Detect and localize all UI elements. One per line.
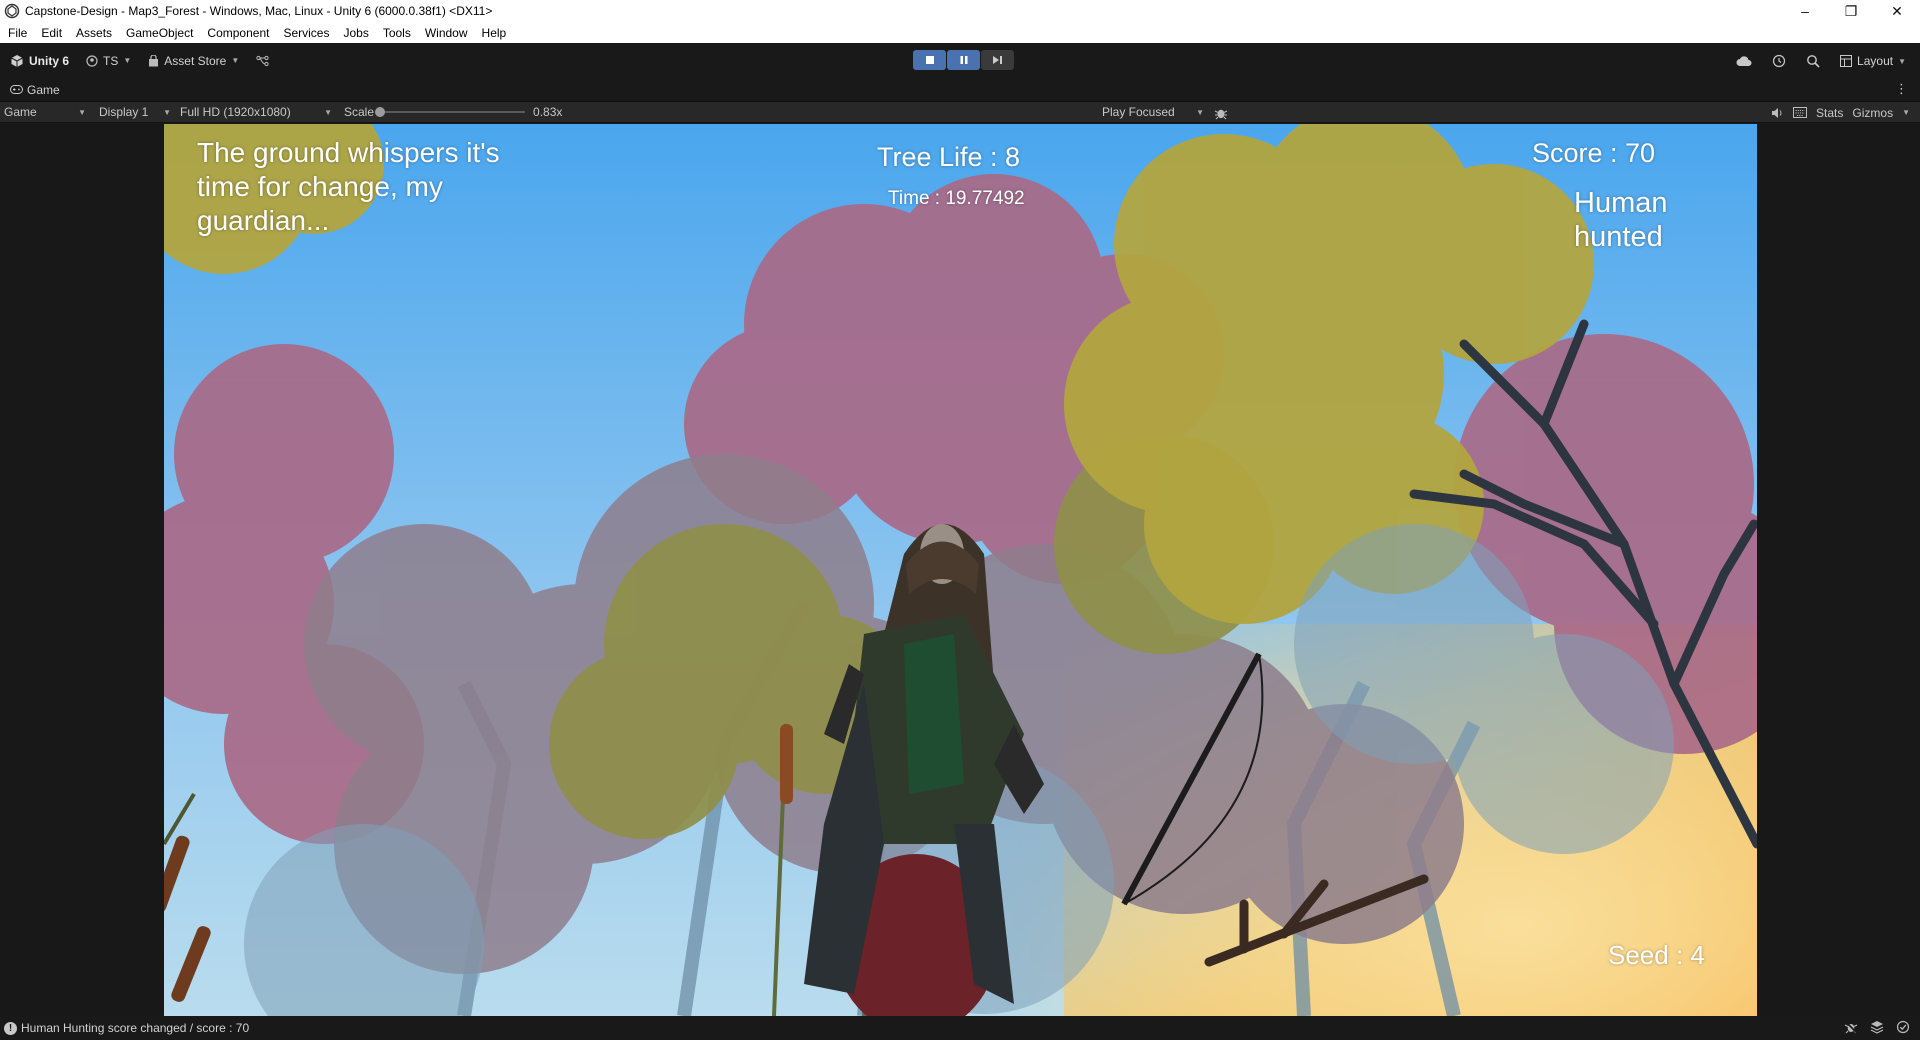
- hud-seed: Seed : 4: [1608, 940, 1705, 970]
- view-mode-dropdown[interactable]: Game ▼: [0, 102, 90, 123]
- window-title: Capstone-Design - Map3_Forest - Windows,…: [25, 4, 493, 18]
- play-focused-dropdown[interactable]: Play Focused ▼: [1098, 102, 1208, 123]
- game-view-right-tools: Stats Gizmos ▼: [1771, 102, 1910, 123]
- unity-cube-icon: [11, 54, 23, 67]
- tab-game[interactable]: Game: [0, 78, 68, 102]
- scale-slider-thumb[interactable]: [375, 107, 386, 117]
- toolbar-right: Layout ▼: [1736, 50, 1906, 72]
- bug-icon[interactable]: [1214, 106, 1228, 120]
- step-forward-icon: [993, 56, 1002, 64]
- panel-tab-bar: Game ⋮: [0, 78, 1920, 102]
- chevron-down-icon: ▼: [1898, 56, 1906, 66]
- status-bar: ! Human Hunting score changed / score : …: [0, 1016, 1920, 1040]
- layout-icon: [1840, 55, 1853, 67]
- history-icon[interactable]: [1772, 54, 1786, 68]
- game-scene: [164, 124, 1757, 1016]
- layout-dropdown[interactable]: Layout ▼: [1840, 50, 1906, 72]
- display-dropdown[interactable]: Display 1 ▼: [95, 102, 175, 123]
- play-stop-button[interactable]: [913, 50, 946, 70]
- search-icon[interactable]: [1806, 54, 1820, 68]
- hud-score: Score : 70: [1532, 138, 1656, 168]
- chevron-down-icon: ▼: [324, 107, 332, 117]
- hud-event-text: Human hunted: [1574, 187, 1668, 253]
- game-view[interactable]: The ground whispers it's time for change…: [164, 124, 1757, 1016]
- display-label: Display 1: [99, 105, 149, 119]
- version-control-button[interactable]: [249, 50, 276, 72]
- menu-tools[interactable]: Tools: [383, 26, 411, 40]
- menu-assets[interactable]: Assets: [76, 26, 112, 40]
- unity-logo-icon: [4, 3, 20, 19]
- account-dropdown[interactable]: TS ▼: [79, 50, 138, 72]
- unity-account-button[interactable]: Unity 6: [3, 50, 76, 72]
- play-focused-label: Play Focused: [1102, 105, 1175, 119]
- chevron-down-icon: ▼: [231, 56, 240, 65]
- gamepad-icon: [10, 85, 23, 94]
- keyboard-icon[interactable]: [1793, 107, 1808, 118]
- pause-button[interactable]: [947, 50, 980, 70]
- user-icon: [86, 54, 98, 67]
- status-right-icons: [1844, 1020, 1910, 1034]
- layers-icon[interactable]: [1870, 1020, 1884, 1034]
- cloud-icon[interactable]: [1736, 55, 1752, 67]
- unity-version-label: Unity 6: [29, 53, 70, 68]
- maximize-button[interactable]: ❐: [1828, 0, 1874, 22]
- version-control-icon: [256, 55, 269, 66]
- view-mode-label: Game: [4, 105, 37, 119]
- chevron-down-icon: ▼: [78, 107, 86, 117]
- more-options-icon[interactable]: ⋮: [1895, 81, 1908, 97]
- window-titlebar: Capstone-Design - Map3_Forest - Windows,…: [0, 0, 1920, 22]
- hud-tree-life: Tree Life : 8: [877, 142, 1021, 172]
- menu-bar: File Edit Assets GameObject Component Se…: [0, 22, 1920, 43]
- account-label: TS: [103, 53, 119, 68]
- resolution-dropdown[interactable]: Full HD (1920x1080) ▼: [176, 102, 336, 123]
- game-view-toolbar: Game ▼ Display 1 ▼ Full HD (1920x1080) ▼…: [0, 102, 1920, 123]
- menu-edit[interactable]: Edit: [41, 26, 62, 40]
- gizmos-button[interactable]: Gizmos: [1852, 106, 1893, 120]
- menu-services[interactable]: Services: [283, 26, 329, 40]
- menu-gameobject[interactable]: GameObject: [126, 26, 193, 40]
- stop-icon: [925, 56, 934, 64]
- chevron-down-icon: ▼: [123, 56, 132, 65]
- hud-message: The ground whispers it's time for change…: [197, 137, 500, 236]
- status-message[interactable]: Human Hunting score changed / score : 70: [21, 1021, 249, 1035]
- hud-timer: Time : 19.77492: [888, 188, 1025, 209]
- close-button[interactable]: ✕: [1874, 0, 1920, 22]
- scale-slider[interactable]: [375, 107, 526, 117]
- info-icon: !: [4, 1021, 17, 1035]
- chevron-down-icon: ▼: [163, 107, 171, 117]
- chevron-down-icon[interactable]: ▼: [1902, 108, 1910, 117]
- chevron-down-icon: ▼: [1196, 107, 1204, 117]
- asset-store-label: Asset Store: [164, 53, 227, 68]
- check-circle-icon[interactable]: [1896, 1020, 1910, 1034]
- layout-label: Layout: [1857, 54, 1894, 68]
- menu-component[interactable]: Component: [207, 26, 269, 40]
- minimize-button[interactable]: –: [1782, 0, 1828, 22]
- scale-label: Scale: [344, 105, 375, 119]
- asset-store-dropdown[interactable]: Asset Store ▼: [141, 50, 246, 72]
- menu-help[interactable]: Help: [482, 26, 507, 40]
- menu-file[interactable]: File: [8, 26, 27, 40]
- shopping-bag-icon: [149, 54, 159, 66]
- scale-value: 0.83x: [533, 105, 563, 119]
- menu-jobs[interactable]: Jobs: [343, 26, 368, 40]
- audio-icon[interactable]: [1771, 107, 1784, 119]
- stats-button[interactable]: Stats: [1816, 106, 1843, 120]
- resolution-label: Full HD (1920x1080): [180, 105, 291, 119]
- step-button[interactable]: [981, 50, 1014, 70]
- pause-icon: [960, 56, 967, 64]
- main-toolbar: Unity 6 TS ▼ Asset Store ▼ Layout ▼: [0, 43, 1920, 78]
- play-controls: [913, 50, 1014, 70]
- tab-label: Game: [27, 82, 60, 97]
- menu-window[interactable]: Window: [425, 26, 468, 40]
- debug-bug-icon[interactable]: [1844, 1020, 1858, 1034]
